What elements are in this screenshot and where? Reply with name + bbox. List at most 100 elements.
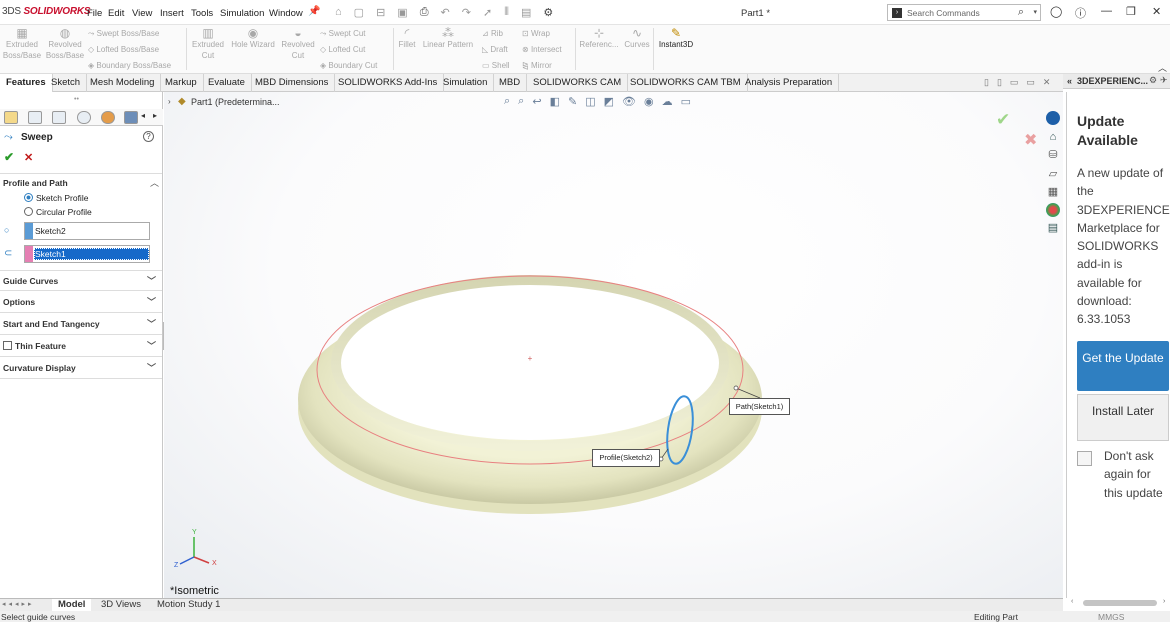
lofted-cut-button[interactable]: ◇ Lofted Cut [320, 44, 365, 55]
restore-button[interactable]: ❐ [1126, 5, 1136, 18]
menu-window[interactable]: Window [269, 8, 303, 19]
path-callout-label[interactable]: Path(Sketch1) [729, 398, 790, 415]
rib-button[interactable]: ⊿ Rib [482, 28, 503, 39]
appearances-icon[interactable] [1046, 203, 1060, 217]
cam-manager-icon[interactable] [124, 111, 138, 124]
property-manager-icon[interactable] [28, 111, 42, 124]
intersect-button[interactable]: ⊗ Intersect [522, 44, 562, 55]
doc-window-controls[interactable]: ▯▯▭▭✕ [984, 77, 1058, 88]
draft-button[interactable]: ◺ Draft [482, 44, 508, 55]
fillet-button[interactable]: ◜ Fillet [396, 27, 418, 50]
search-icon[interactable]: ⌕ [1018, 6, 1024, 19]
view-palette-icon[interactable]: ▦ [1046, 185, 1060, 199]
swept-cut-button[interactable]: ⤳ Swept Cut [320, 28, 366, 39]
feature-manager-icon[interactable] [4, 111, 18, 124]
custom-properties-icon[interactable]: ▤ [1046, 221, 1060, 235]
options-gear-icon[interactable]: ⚙ [543, 6, 553, 20]
tab-solidworks-add-ins[interactable]: SOLIDWORKS Add-Ins [332, 74, 445, 92]
rebuild-icon[interactable]: ⦀ [504, 6, 509, 20]
3dexperience-icon[interactable] [1046, 111, 1060, 125]
file-properties-icon[interactable]: ▤ [521, 6, 531, 20]
scroll-left-arrow-icon[interactable]: ‹ [1071, 598, 1073, 605]
tab-analysis-preparation[interactable]: Analysis Preparation [739, 74, 840, 92]
close-button[interactable]: ✕ [1152, 5, 1161, 18]
hole-wizard-button[interactable]: ◉ Hole Wizard [229, 27, 277, 50]
tab-mbd[interactable]: MBD [493, 74, 528, 92]
menu-simulation[interactable]: Simulation [220, 8, 264, 19]
collapse-ribbon-chevron-icon[interactable]: ︿ [1158, 61, 1167, 74]
radio-circular-profile[interactable] [24, 207, 33, 216]
tab-mbd-dimensions[interactable]: MBD Dimensions [249, 74, 336, 92]
search-dropdown-icon[interactable]: ▾ [1033, 8, 1037, 16]
shell-button[interactable]: ▭ Shell [482, 60, 510, 71]
collapse-chevron-icon[interactable]: ︿ [150, 176, 159, 189]
redo-icon[interactable]: ↷ [462, 6, 471, 20]
units-indicator[interactable]: MMGS [1098, 612, 1124, 622]
file-explorer-icon[interactable]: ▱ [1046, 167, 1060, 181]
ok-check-button[interactable]: ✔ [4, 150, 14, 164]
menu-insert[interactable]: Insert [160, 8, 184, 19]
help-question-icon[interactable]: ? [143, 131, 154, 142]
display-manager-icon[interactable] [101, 111, 115, 124]
select-icon[interactable]: ➚ [483, 6, 492, 20]
tab-solidworks-cam[interactable]: SOLIDWORKS CAM [527, 74, 629, 92]
extruded-boss-button[interactable]: ▦ Extruded Boss/Base [2, 27, 42, 61]
boundary-boss-button[interactable]: ◈ Boundary Boss/Base [88, 60, 171, 71]
section-start-end-tangency[interactable]: Start and End Tangency ﹀ [0, 314, 162, 335]
profile-selection-box[interactable]: Sketch2 [24, 222, 150, 240]
account-icon[interactable]: ◯ [1050, 5, 1062, 18]
tab-solidworks-cam-tbm[interactable]: SOLIDWORKS CAM TBM [624, 74, 748, 92]
radio-sketch-profile[interactable] [24, 193, 33, 202]
search-input[interactable]: Search Commands [907, 8, 980, 18]
tab-evaluate[interactable]: Evaluate [202, 74, 252, 92]
tab-mesh-modeling[interactable]: Mesh Modeling [84, 74, 162, 92]
cancel-x-button[interactable]: ✕ [24, 151, 33, 164]
ring-model[interactable]: + [164, 92, 1063, 598]
path-selection-box[interactable]: Sketch1 [24, 245, 150, 263]
wrap-button[interactable]: ⊡ Wrap [522, 28, 550, 39]
dont-ask-checkbox[interactable] [1077, 451, 1092, 466]
instant3d-button[interactable]: ✎ Instant3D [656, 27, 696, 50]
section-options[interactable]: Options ﹀ [0, 292, 162, 313]
section-profile-and-path[interactable]: Profile and Path [3, 178, 68, 188]
menu-view[interactable]: View [132, 8, 152, 19]
get-update-button[interactable]: Get the Update [1077, 341, 1169, 391]
tab-markup[interactable]: Markup [159, 74, 204, 92]
section-curvature-display[interactable]: Curvature Display ﹀ [0, 358, 162, 379]
minimize-button[interactable]: — [1101, 5, 1112, 17]
menu-file[interactable]: File [87, 8, 102, 19]
task-pane-collapse-icon[interactable]: « [1067, 76, 1072, 86]
open-icon[interactable]: ⊟ [376, 6, 385, 20]
undo-icon[interactable]: ↶ [441, 6, 450, 20]
revolved-cut-button[interactable]: ◒ Revolved Cut [279, 27, 317, 61]
panel-horizontal-scrollbar[interactable]: ‹ › [1071, 598, 1169, 607]
mirror-button[interactable]: ⧎ Mirror [522, 60, 552, 71]
scroll-left-icon[interactable]: ◂ [141, 111, 145, 120]
new-document-icon[interactable]: ▢ [354, 6, 364, 20]
help-icon[interactable]: ⓘ [1075, 5, 1086, 21]
design-library-icon[interactable]: ⛁ [1046, 148, 1060, 162]
section-thin-feature[interactable]: Thin Feature ﹀ [0, 336, 162, 357]
linear-pattern-button[interactable]: ⁂ Linear Pattern [420, 27, 476, 50]
home-icon[interactable]: ⌂ [335, 6, 342, 20]
thin-feature-checkbox[interactable] [3, 341, 12, 350]
scroll-right-icon[interactable]: ▸ [153, 111, 157, 120]
task-pane-pin-icon[interactable]: ✈ [1160, 75, 1168, 86]
panel-resize-handle[interactable]: •• [74, 96, 79, 103]
extruded-cut-button[interactable]: ▥ Extruded Cut [189, 27, 227, 61]
solidworks-resources-icon[interactable]: ⌂ [1046, 130, 1060, 144]
curves-button[interactable]: ∿ Curves [622, 27, 652, 50]
install-later-button[interactable]: Install Later [1077, 394, 1169, 441]
boundary-cut-button[interactable]: ◈ Boundary Cut [320, 60, 377, 71]
tab-simulation[interactable]: Simulation [437, 74, 495, 92]
swept-boss-button[interactable]: ⤳ Swept Boss/Base [88, 28, 159, 39]
profile-callout-label[interactable]: Profile(Sketch2) [592, 449, 660, 467]
tab-sketch[interactable]: Sketch [45, 74, 88, 92]
search-commands[interactable]: › Search Commands ⌕ ▾ [887, 4, 1041, 21]
tab-scroll-arrows-icon[interactable]: ◂◂◂▸▸ [2, 600, 35, 608]
reference-geometry-button[interactable]: ⊹ Referenc... [578, 27, 620, 50]
pin-icon[interactable]: 📌 [308, 6, 320, 17]
revolved-boss-button[interactable]: ◍ Revolved Boss/Base [45, 27, 85, 61]
menu-edit[interactable]: Edit [108, 8, 124, 19]
configuration-manager-icon[interactable] [52, 111, 66, 124]
